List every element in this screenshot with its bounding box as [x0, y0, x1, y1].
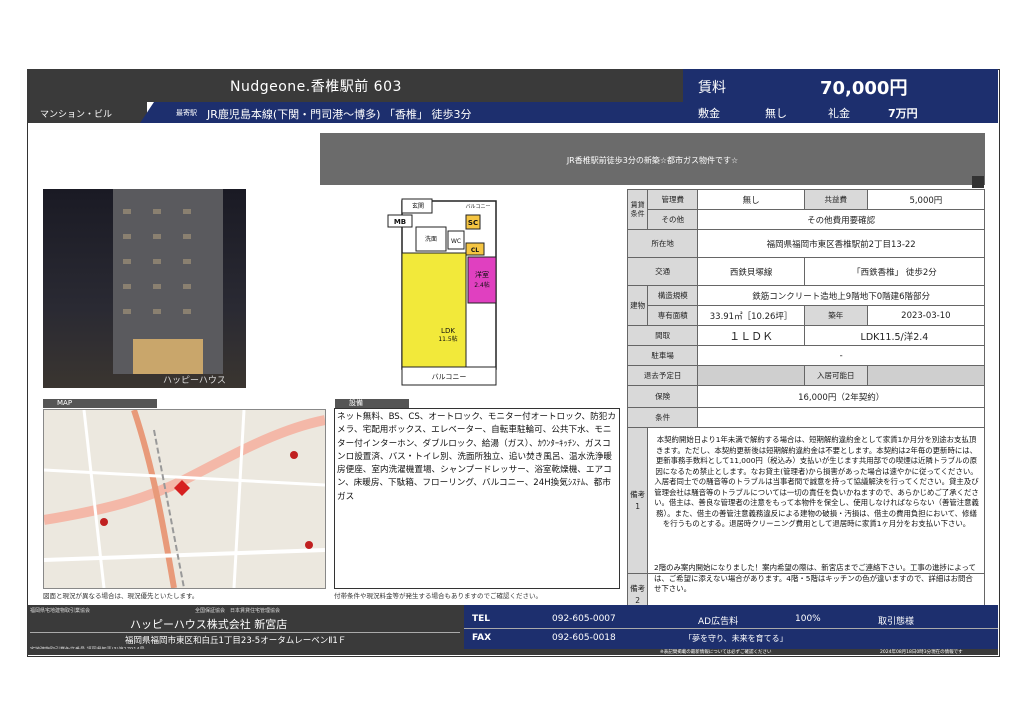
- fax-value: 092-605-0018: [552, 633, 616, 643]
- layout-value: １ＬＤＫ: [697, 325, 805, 346]
- insurance-value: 16,000円（2年契約）: [697, 385, 985, 408]
- corner-mark: [320, 185, 332, 195]
- parking-label: 駐車場: [626, 345, 699, 366]
- plan-washroom: 洗面: [425, 235, 437, 243]
- kanrihi-value: 無し: [697, 189, 805, 210]
- license-association: 福岡県宅地建物取引業協会: [30, 608, 91, 614]
- plan-balcony: バルコニー: [432, 373, 467, 381]
- company-address: 福岡県福岡市東区和白丘1丁目23-5オータムレーベンⅡ1Ｆ: [125, 636, 347, 646]
- map-graphic: [44, 410, 325, 588]
- tel-label: TEL: [472, 614, 491, 624]
- deposit-label: 敷金: [698, 107, 720, 120]
- biko1-label: 備考1: [626, 427, 649, 574]
- biko1-text: 本契約開始日より1年未満で解約する場合は、短期解約違約金として家賃1か月分を別途…: [654, 435, 979, 528]
- insurance-label: 保険: [626, 385, 699, 408]
- area-value: 33.91㎡［10.26坪］: [697, 305, 805, 326]
- built-value: 2023-03-10: [866, 305, 986, 326]
- catch-copy: JR香椎駅前徒歩3分の新築☆都市ガス物件です☆: [566, 156, 739, 165]
- map-label: MAP: [43, 399, 157, 408]
- equipment-note: 付帯条件や現況料金等が発生する場合もありますのでご確認ください。: [334, 592, 542, 600]
- plan-wc: WC: [451, 238, 461, 245]
- deposit-value: 無し: [765, 107, 787, 120]
- sonota-label: その他: [647, 209, 699, 230]
- equipment-label: 設備: [335, 399, 409, 408]
- ad-label: AD広告料: [698, 617, 739, 627]
- area-label: 専有面積: [647, 305, 699, 326]
- structure-label: 構造規模: [647, 285, 699, 306]
- rent-conditions-label: 賃貸条件: [626, 189, 649, 230]
- fax-label: FAX: [472, 633, 492, 643]
- fine-print-2: 2024年08月18日0時3分現在の情報です: [880, 650, 963, 655]
- sonota-value: その他費用要確認: [697, 209, 985, 230]
- layout-label: 間取: [626, 325, 699, 346]
- plan-cl: CL: [471, 247, 479, 254]
- parking-value: -: [697, 345, 985, 366]
- building-image: [113, 189, 223, 374]
- bottom-bar: [27, 649, 998, 655]
- plan-mb: MB: [394, 218, 406, 226]
- license-guarantee: 全国保証協会 日本賃貸住宅管理協会: [195, 608, 281, 614]
- company-name: ハッピーハウス株式会社 新宮店: [130, 618, 288, 631]
- footer-divider: [30, 632, 460, 633]
- spec-table: 賃貸条件 管理費 無し 共益費 5,000円 その他 その他費用要確認 所在地 …: [626, 189, 986, 616]
- kanrihi-label: 管理費: [647, 189, 699, 210]
- map-note: 図面と現況が異なる場合は、現況優先といたします。: [43, 592, 199, 600]
- moveout-value: [697, 365, 805, 386]
- slogan: 「夢を守り、未来を育てる」: [684, 634, 788, 643]
- corner-mark: [972, 176, 984, 188]
- structure-value: 鉄筋コンクリート造地上9階地下0階建6階部分: [697, 285, 985, 306]
- property-title: Nudgeone.香椎駅前 603: [230, 79, 402, 95]
- photo-caption: ハッピーハウス: [163, 376, 226, 386]
- built-label: 築年: [803, 305, 868, 326]
- conditions-label: 条件: [626, 407, 699, 428]
- footer-divider: [464, 628, 998, 629]
- plan-bedroom-size: 2.4帖: [474, 281, 490, 289]
- building-label: 建物: [626, 285, 649, 326]
- traffic-line: 西鉄貝塚線: [697, 257, 805, 286]
- key-money-label: 礼金: [828, 107, 850, 120]
- handling-label: 取引態様: [878, 617, 915, 627]
- plan-ldk: LDK: [441, 327, 455, 335]
- traffic-label: 交通: [626, 257, 699, 286]
- rent-label: 賃料: [698, 80, 726, 96]
- plan-balcony-top: バルコニー: [466, 204, 491, 210]
- key-money-value: 7万円: [888, 107, 918, 120]
- rent-value: 70,000円: [820, 78, 908, 99]
- biko2-text: 2階のみ案内開始になりました！案内希望の際は、新宮店までご連絡下さい。工事の進捗…: [654, 563, 976, 593]
- floor-plan: 玄関 バルコニー MB SC 洗面 WC CL 洋室 2.4帖 LDK 11.5…: [387, 198, 497, 386]
- address-label: 所在地: [626, 229, 699, 258]
- kyoeki-value: 5,000円: [866, 189, 986, 210]
- plan-sc: SC: [468, 219, 478, 227]
- movein-label: 入居可能日: [803, 365, 868, 386]
- tel-value[interactable]: 092-605-0007: [552, 614, 616, 624]
- movein-value: [866, 365, 986, 386]
- plan-ldk-size: 11.5帖: [438, 335, 457, 343]
- area-map[interactable]: [43, 409, 326, 589]
- equipment-text: ネット無料、BS、CS、オートロック、モニター付オートロック、防犯カメラ、宅配用…: [337, 412, 616, 502]
- moveout-label: 退去予定日: [626, 365, 699, 386]
- plan-genkan: 玄関: [412, 202, 424, 210]
- traffic-station: 「西鉄香椎」 徒歩2分: [803, 257, 986, 286]
- ad-value: 100%: [795, 614, 821, 624]
- exterior-photo: ハッピーハウス: [43, 189, 246, 388]
- station-label: 最寄駅: [176, 109, 197, 117]
- conditions-value: [697, 407, 985, 428]
- address-value: 福岡県福岡市東区香椎駅前2丁目13-22: [697, 229, 985, 258]
- kyoeki-label: 共益費: [803, 189, 868, 210]
- station-line: JR鹿児島本線(下関・門司港～博多) 「香椎」 徒歩3分: [207, 108, 472, 121]
- plan-bedroom: 洋室: [475, 270, 489, 279]
- fine-print-1: ※表記間掲載の最新情報については必ずご確認ください: [660, 650, 772, 655]
- property-type: マンション・ビル: [40, 110, 113, 120]
- layout-detail: LDK11.5/洋2.4: [803, 325, 986, 346]
